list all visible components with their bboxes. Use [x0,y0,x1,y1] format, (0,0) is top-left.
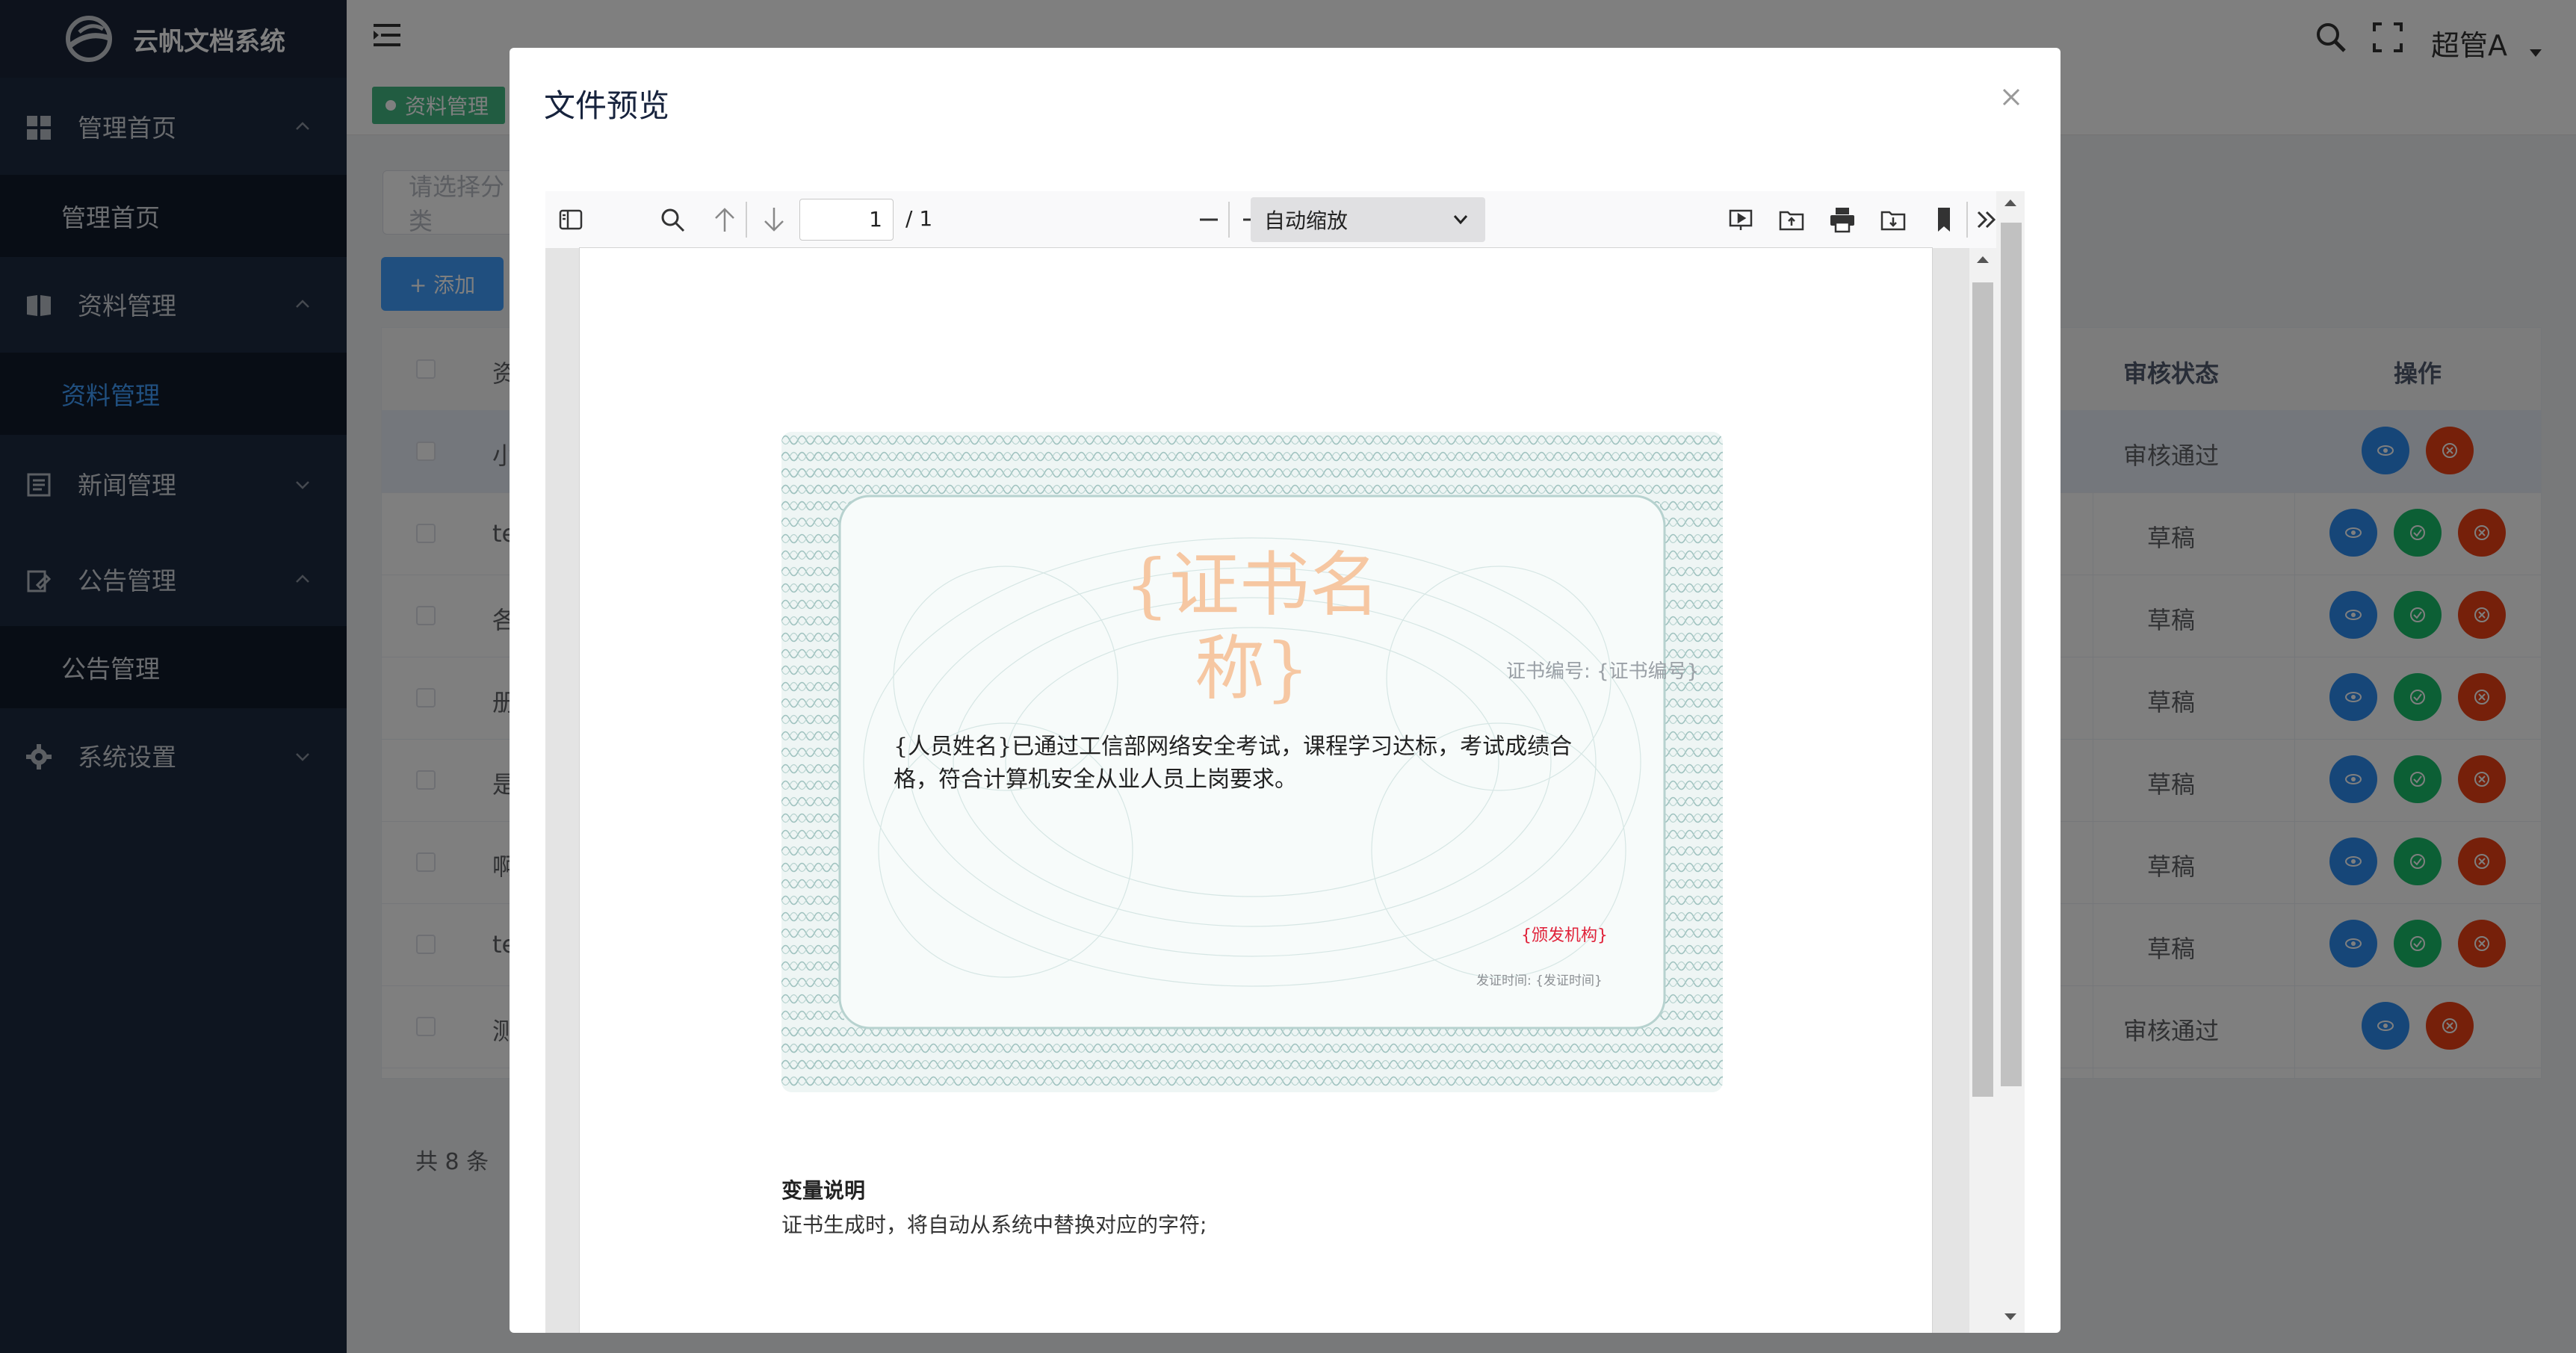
sidebar-toggle-icon[interactable] [556,205,586,235]
certificate: {证书名 称} 证书编号: {证书编号} {人员姓名}已通过工信部网络安全考试，… [781,432,1723,1092]
bookmark-icon[interactable] [1929,205,1959,235]
modal-title: 文件预览 [544,87,670,124]
download-icon[interactable] [1878,205,1908,235]
pdf-toolbar: 1 / 1 自动缩放 [545,191,1996,249]
open-file-icon[interactable] [1777,205,1806,235]
scroll-down-icon[interactable] [2003,1312,2018,1322]
certificate-body: {人员姓名}已通过工信部网络安全考试，课程学习达标，考试成绩合格，符合计算机安全… [894,734,1573,793]
toolbar-separator [746,202,747,238]
pdf-viewer: 1 / 1 自动缩放 {证书名 称} 证书编号: {证书编号} {人员姓名}已通… [545,191,2025,1333]
certificate-number: 证书编号: {证书编号} [1506,660,1700,683]
toolbar-separator [1966,202,1968,238]
pdf-page: {证书名 称} 证书编号: {证书编号} {人员姓名}已通过工信部网络安全考试，… [580,248,1932,1333]
page-scrollbar-thumb[interactable] [1972,282,1993,1097]
print-icon[interactable] [1827,205,1857,235]
variables-title: 变量说明 [781,1178,866,1203]
zoom-select-value: 自动缩放 [1264,208,1349,233]
variables-description: 证书生成时，将自动从系统中替换对应的字符; [781,1213,1207,1237]
pdf-canvas-area[interactable]: {证书名 称} 证书编号: {证书编号} {人员姓名}已通过工信部网络安全考试，… [545,248,1996,1333]
arrow-up-icon[interactable] [710,205,740,235]
zoom-select[interactable]: 自动缩放 [1251,197,1485,242]
toolbar-separator [1228,202,1230,238]
close-icon[interactable] [1999,85,2023,109]
zoom-out-icon[interactable] [1194,205,1224,235]
certificate-date: 发证时间: {发证时间} [1476,973,1603,988]
chevron-down-icon [1453,215,1468,225]
scroll-up-icon[interactable] [1975,254,1990,264]
double-chevron-right-icon[interactable] [1974,205,1999,235]
certificate-title-line1: {证书名 [1124,545,1380,626]
certificate-issuer: {颁发机构} [1521,926,1608,945]
viewer-scrollbar-thumb[interactable] [2001,223,2022,1086]
page-number-input[interactable]: 1 [799,199,894,241]
certificate-title: {证书名 称} [1080,544,1424,711]
file-preview-modal: 文件预览 1 / 1 自动缩放 {证书名 称} 证书编号: {证书编号} {人员… [510,48,2061,1333]
scroll-up-icon[interactable] [2003,197,2018,208]
page-count: / 1 [905,206,933,231]
find-icon[interactable] [657,205,687,235]
presentation-icon[interactable] [1726,205,1756,235]
arrow-down-icon[interactable] [759,205,789,235]
certificate-title-line2: 称} [1195,628,1310,710]
